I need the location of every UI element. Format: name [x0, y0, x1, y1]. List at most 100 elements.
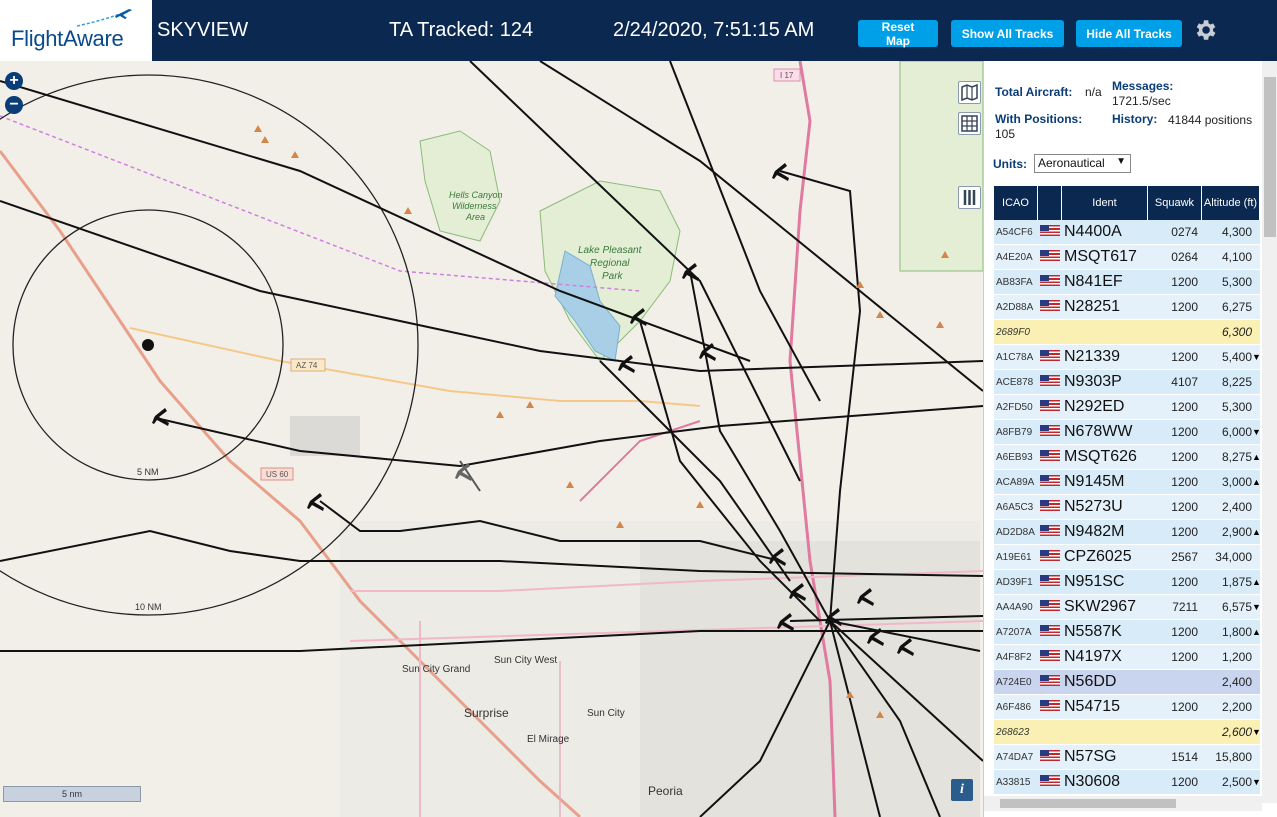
reset-map-button[interactable]: Reset Map: [858, 20, 938, 48]
table-row[interactable]: A4E20A MSQT617 0264 4,100: [994, 245, 1260, 270]
table-row[interactable]: AB83FA N841EF 1200 5,300: [994, 270, 1260, 295]
cell-squawk: 1200: [1171, 425, 1198, 439]
cell-altitude: 5,300: [1221, 400, 1252, 414]
cell-ident: MSQT626: [1064, 448, 1137, 465]
info-button[interactable]: i: [951, 779, 973, 801]
hide-all-tracks-button[interactable]: Hide All Tracks: [1076, 20, 1182, 47]
flag-icon: [1038, 500, 1062, 514]
with-positions-value: 105: [995, 127, 1016, 141]
climb-indicator: ▲: [1252, 527, 1261, 537]
total-aircraft-value: n/a: [1085, 85, 1102, 99]
table-row[interactable]: A4F8F2 N4197X 1200 1,200: [994, 645, 1260, 670]
logo-text: FlightAware: [11, 26, 124, 51]
table-row[interactable]: A724E0 N56DD 2,400: [994, 670, 1260, 695]
zoom-in-button[interactable]: +: [5, 72, 23, 90]
cell-altitude: 8,275: [1221, 450, 1252, 464]
cell-icao: 268623: [996, 726, 1030, 738]
flag-icon: [1038, 300, 1062, 314]
climb-indicator: ▼: [1252, 352, 1261, 362]
units-select[interactable]: Aeronautical ▼: [1034, 154, 1131, 173]
cell-altitude: 1,875: [1221, 575, 1252, 589]
table-row[interactable]: 268623 2,600 ▼: [994, 720, 1261, 745]
cell-squawk: 1200: [1171, 350, 1198, 364]
cell-icao: AD2D8A: [996, 526, 1035, 538]
cell-icao: AD39F1: [996, 576, 1033, 588]
scroll-thumb[interactable]: [1000, 799, 1176, 808]
cell-altitude: 5,300: [1221, 275, 1252, 289]
svg-text:I 17: I 17: [780, 71, 794, 80]
cell-ident: N678WW: [1064, 423, 1133, 440]
cell-ident: N56DD: [1064, 673, 1117, 690]
svg-text:Lake Pleasant: Lake Pleasant: [578, 245, 643, 256]
col-icao[interactable]: ICAO: [994, 186, 1038, 220]
flag-icon: [1038, 550, 1062, 564]
cell-altitude: 6,000: [1221, 425, 1252, 439]
table-row[interactable]: ACA89A N9145M 1200 3,000 ▲: [994, 470, 1261, 495]
vertical-scrollbar[interactable]: [1262, 61, 1277, 803]
map-layers-button[interactable]: [958, 81, 981, 104]
map-label-canyon: Hells Canyon: [449, 190, 503, 200]
table-row[interactable]: ACE878 N9303P 4107 8,225: [994, 370, 1260, 395]
col-flag[interactable]: [1038, 186, 1062, 220]
table-row[interactable]: AD2D8A N9482M 1200 2,900 ▲: [994, 520, 1261, 545]
table-row[interactable]: A2D88A N28251 1200 6,275: [994, 295, 1260, 320]
col-altitude[interactable]: Altitude (ft): [1202, 186, 1260, 220]
grid-icon: [961, 115, 978, 132]
cell-squawk: 1200: [1171, 650, 1198, 664]
total-aircraft-label: Total Aircraft:: [995, 85, 1073, 99]
table-row[interactable]: A6F486 N54715 1200 2,200: [994, 695, 1260, 720]
cell-icao: A8FB79: [996, 426, 1033, 438]
cell-ident: N5587K: [1064, 623, 1122, 640]
col-ident[interactable]: Ident: [1062, 186, 1148, 220]
climb-indicator: ▼: [1252, 727, 1261, 737]
cell-ident: N292ED: [1064, 398, 1125, 415]
cell-squawk: 1200: [1171, 275, 1198, 289]
gear-icon[interactable]: [1192, 17, 1218, 43]
table-row[interactable]: A33815 N30608 1200 2,500 ▼: [994, 770, 1261, 795]
app-title: SKYVIEW: [157, 19, 249, 41]
svg-text:Sun City: Sun City: [587, 708, 625, 719]
table-row[interactable]: AA4A90 SKW2967 7211 6,575 ▼: [994, 595, 1261, 620]
units-label: Units:: [993, 157, 1027, 171]
cell-ident: N30608: [1064, 773, 1121, 790]
table-row[interactable]: A6EB93 MSQT626 1200 8,275 ▲: [994, 445, 1261, 470]
table-row[interactable]: A2FD50 N292ED 1200 5,300: [994, 395, 1260, 420]
cell-icao: A19E61: [996, 551, 1032, 563]
col-squawk[interactable]: Squawk: [1148, 186, 1202, 220]
grid-toggle-button[interactable]: [958, 112, 981, 135]
cell-altitude: 2,400: [1221, 675, 1252, 689]
sidebar-toggle-button[interactable]: [958, 186, 981, 209]
map-canvas[interactable]: Hells Canyon Wilderness Area Lake Pleasa…: [0, 61, 983, 817]
cell-altitude: 8,225: [1221, 375, 1252, 389]
show-all-tracks-button[interactable]: Show All Tracks: [951, 20, 1064, 47]
table-row[interactable]: A1C78A N21339 1200 5,400 ▼: [994, 345, 1261, 370]
cell-ident: N5273U: [1064, 498, 1123, 515]
flag-icon: [1038, 700, 1062, 714]
zoom-out-button[interactable]: −: [5, 96, 23, 114]
logo[interactable]: FlightAware: [0, 0, 152, 61]
table-row[interactable]: A7207A N5587K 1200 1,800 ▲: [994, 620, 1261, 645]
table-row[interactable]: A6A5C3 N5273U 1200 2,400: [994, 495, 1260, 520]
table-row[interactable]: A74DA7 N57SG 1514 15,800: [994, 745, 1260, 770]
table-row[interactable]: A8FB79 N678WW 1200 6,000 ▼: [994, 420, 1261, 445]
scroll-thumb[interactable]: [1264, 77, 1276, 237]
svg-text:Regional: Regional: [590, 258, 630, 269]
table-row[interactable]: A54CF6 N4400A 0274 4,300: [994, 220, 1260, 245]
cell-altitude: 1,200: [1221, 650, 1252, 664]
table-row[interactable]: AD39F1 N951SC 1200 1,875 ▲: [994, 570, 1261, 595]
cell-squawk: 0264: [1171, 250, 1198, 264]
dropdown-caret-icon: ▼: [1116, 156, 1126, 167]
table-row[interactable]: A19E61 CPZ6025 2567 34,000: [994, 545, 1260, 570]
cell-altitude: 4,100: [1221, 250, 1252, 264]
cell-altitude: 2,500: [1221, 775, 1252, 789]
map-area[interactable]: Hells Canyon Wilderness Area Lake Pleasa…: [0, 61, 983, 817]
horizontal-scrollbar[interactable]: [984, 796, 1262, 811]
messages-label: Messages:: [1112, 79, 1174, 93]
table-row[interactable]: 2689F0 6,300: [994, 320, 1260, 345]
cell-altitude: 6,575: [1221, 600, 1252, 614]
climb-indicator: ▲: [1252, 477, 1261, 487]
units-selected-value: Aeronautical: [1038, 156, 1105, 170]
cell-squawk: 4107: [1171, 375, 1198, 389]
cell-ident: N9303P: [1064, 373, 1122, 390]
flag-icon: [1038, 350, 1062, 364]
